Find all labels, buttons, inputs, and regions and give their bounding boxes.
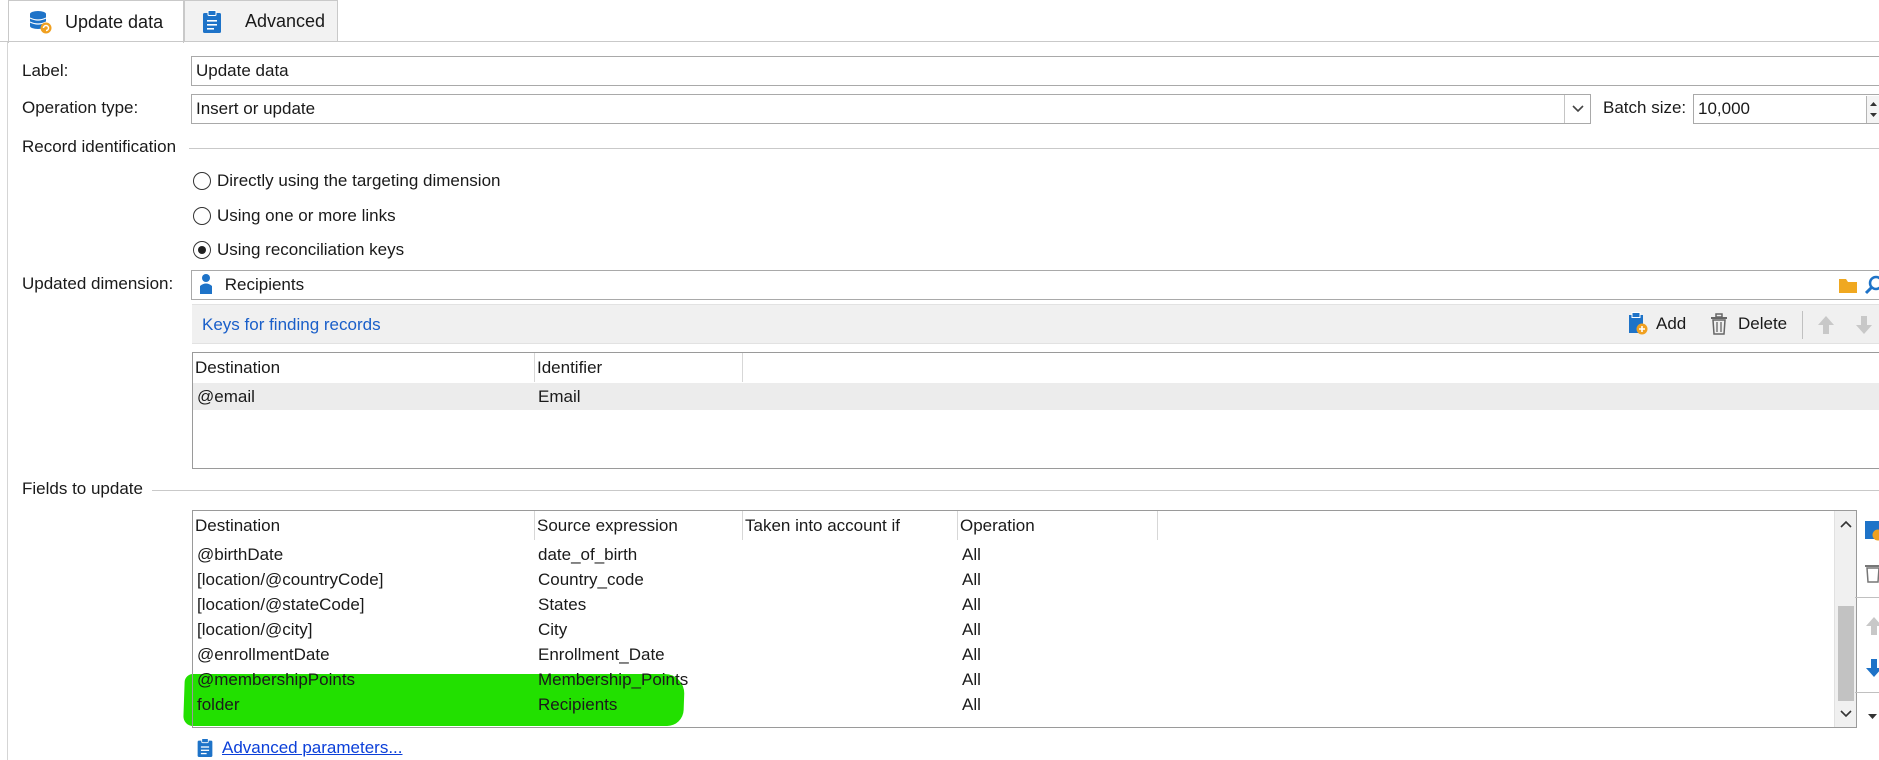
keys-table: Destination Identifier @email Email — [192, 352, 1879, 469]
move-down-icon[interactable] — [1852, 313, 1876, 337]
cell-destination: [location/@city] — [197, 620, 313, 639]
add-field-icon[interactable] — [1862, 518, 1879, 542]
trash-icon — [1711, 313, 1727, 335]
table-row[interactable]: [location/@stateCode] States All — [193, 592, 1856, 617]
database-update-icon — [27, 9, 53, 35]
recipient-icon — [200, 273, 212, 294]
side-toolbar-divider — [1855, 597, 1879, 598]
fields-table-scrollbar[interactable] — [1834, 511, 1856, 727]
tab-divider — [0, 41, 1879, 42]
batch-size-input[interactable]: 10,000 — [1693, 94, 1879, 124]
cell-source: date_of_birth — [538, 545, 638, 564]
cell-destination: [location/@countryCode] — [197, 570, 384, 589]
table-row[interactable]: @enrollmentDate Enrollment_Date All — [193, 642, 1856, 667]
record-identification-separator — [189, 148, 1879, 149]
chevron-up-icon[interactable] — [1835, 514, 1857, 536]
table-row[interactable]: @email Email — [193, 383, 1879, 410]
cell-operation: All — [962, 670, 981, 689]
radio-reconciliation-keys[interactable] — [193, 241, 211, 259]
fields-to-update-separator — [152, 490, 1879, 491]
table-row[interactable]: @membershipPoints Membership_Points All — [193, 667, 1856, 692]
column-header-identifier[interactable]: Identifier — [535, 353, 743, 382]
cell-source: Recipients — [538, 695, 618, 714]
side-toolbar-divider — [1855, 692, 1879, 693]
column-header-source-expression[interactable]: Source expression — [535, 511, 743, 540]
cell-source: Enrollment_Date — [538, 645, 665, 664]
radio-targeting-dimension[interactable] — [193, 172, 211, 190]
table-row[interactable]: [location/@countryCode] Country_code All — [193, 567, 1856, 592]
column-header-taken-into-account-if[interactable]: Taken into account if — [743, 511, 958, 540]
search-icon[interactable] — [1864, 274, 1879, 296]
cell-destination: @birthDate — [197, 545, 284, 564]
operation-type-caption: Operation type: — [22, 98, 139, 117]
keys-toolbar: Keys for finding records Add Delete — [192, 304, 1879, 344]
cell-destination: @email — [197, 387, 255, 406]
panel-border — [7, 42, 8, 760]
cell-source: City — [538, 620, 568, 639]
advanced-parameters-label[interactable]: Advanced parameters... — [222, 737, 402, 759]
cell-destination: folder — [197, 695, 240, 714]
updated-dimension-caption: Updated dimension: — [22, 274, 174, 293]
table-row[interactable]: [location/@city] City All — [193, 617, 1856, 642]
table-row[interactable]: folder Recipients All — [193, 692, 1856, 717]
tab-update-data[interactable]: Update data — [8, 0, 184, 43]
cell-operation: All — [962, 570, 981, 589]
trash-icon[interactable] — [1862, 560, 1879, 584]
cell-source: States — [538, 595, 587, 614]
add-label: Add — [1656, 314, 1687, 333]
spinner-arrows-icon — [1870, 102, 1877, 117]
folder-icon[interactable] — [1837, 274, 1859, 296]
toolbar-divider — [1802, 311, 1803, 339]
add-icon — [1629, 312, 1648, 335]
fields-to-update-title: Fields to update — [22, 479, 143, 498]
cell-operation: All — [962, 595, 981, 614]
updated-dimension-field[interactable]: Recipients — [191, 270, 1879, 300]
radio-label[interactable]: Directly using the targeting dimension — [217, 170, 500, 192]
column-header-destination[interactable]: Destination — [193, 353, 535, 382]
chevron-down-icon — [1572, 105, 1584, 113]
label-input[interactable]: Update data — [191, 56, 1879, 86]
fields-table: Destination Source expression Taken into… — [192, 510, 1857, 728]
tab-advanced[interactable]: Advanced — [184, 0, 338, 42]
tab-label: Update data — [65, 11, 164, 32]
cell-destination: @membershipPoints — [197, 670, 356, 689]
batch-size-caption: Batch size: — [1603, 98, 1687, 117]
radio-label[interactable]: Using reconciliation keys — [217, 239, 404, 261]
delete-label: Delete — [1738, 314, 1788, 333]
cell-source: Country_code — [538, 570, 644, 589]
radio-label[interactable]: Using one or more links — [217, 205, 396, 227]
updated-dimension-value: Recipients — [224, 275, 305, 294]
move-up-icon[interactable] — [1814, 313, 1838, 337]
clipboard-icon — [197, 738, 213, 757]
cell-operation: All — [962, 645, 981, 664]
cell-identifier: Email — [538, 387, 581, 406]
cell-operation: All — [962, 620, 981, 639]
scrollbar-thumb[interactable] — [1838, 606, 1854, 701]
chevron-down-icon[interactable] — [1835, 702, 1857, 724]
cell-operation: All — [962, 545, 981, 564]
batch-size-spinner[interactable] — [1866, 96, 1879, 123]
column-header-operation[interactable]: Operation — [958, 511, 1158, 540]
more-options-icon[interactable] — [1866, 708, 1879, 722]
cell-destination: @enrollmentDate — [197, 645, 330, 664]
cell-source: Membership_Points — [538, 670, 689, 689]
column-header-destination[interactable]: Destination — [193, 511, 535, 540]
tab-label: Advanced — [245, 11, 326, 31]
cell-destination: [location/@stateCode] — [197, 595, 365, 614]
operation-type-dropdown-button[interactable] — [1564, 95, 1590, 123]
cell-operation: All — [962, 695, 981, 714]
clipboard-icon — [201, 9, 223, 34]
move-down-icon[interactable] — [1862, 656, 1879, 680]
delete-key-button[interactable]: Delete — [1708, 308, 1787, 340]
add-key-button[interactable]: Add — [1626, 308, 1686, 340]
operation-type-value: Insert or update — [196, 99, 316, 118]
radio-links[interactable] — [193, 207, 211, 225]
keys-toolbar-title: Keys for finding records — [202, 315, 381, 334]
record-identification-title: Record identification — [22, 137, 177, 156]
label-caption: Label: — [22, 61, 69, 80]
operation-type-select[interactable]: Insert or update — [191, 94, 1591, 124]
table-row[interactable]: @birthDate date_of_birth All — [193, 542, 1856, 567]
advanced-parameters-link[interactable]: Advanced parameters... — [196, 737, 402, 759]
move-up-icon[interactable] — [1862, 614, 1879, 638]
